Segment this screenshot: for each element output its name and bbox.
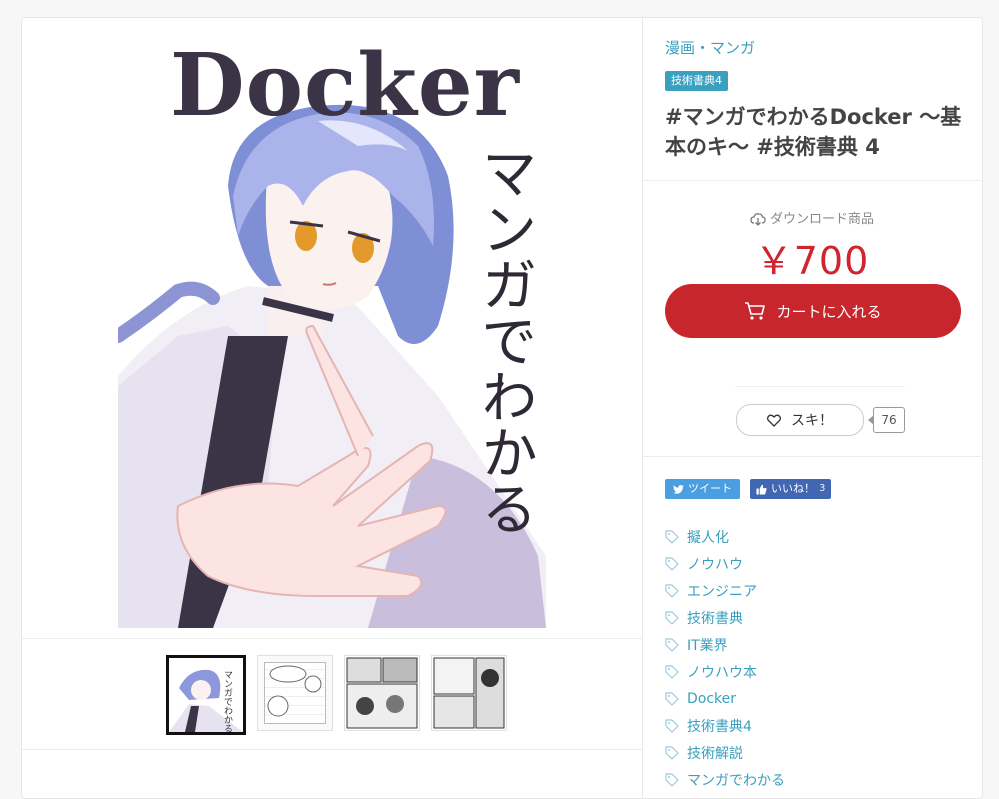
thumbnail-2[interactable] (257, 655, 333, 731)
like-section-divider (643, 456, 981, 457)
share-buttons: ツイート いいね！ 3 (665, 479, 832, 499)
add-to-cart-button[interactable]: カートに入れる (665, 284, 961, 338)
thumbnail-strip: マンガでわかる (166, 655, 507, 735)
tag-icon (665, 637, 679, 652)
tag-label: エンジニア (687, 583, 757, 600)
tag-icon (665, 691, 679, 706)
tag-item[interactable]: エンジニア (665, 577, 785, 604)
tag-label: ノウハウ本 (687, 664, 757, 681)
tag-label: 技術書典4 (687, 718, 752, 735)
tag-icon (665, 745, 679, 760)
download-info: ダウンロード商品 (643, 208, 981, 227)
thumbs-up-icon (756, 484, 767, 495)
event-badge[interactable]: 技術書典4 (665, 71, 728, 91)
cart-icon (745, 302, 766, 320)
tag-label: ノウハウ (687, 556, 743, 573)
thumbnail-1[interactable]: マンガでわかる (166, 655, 246, 735)
tag-label: マンガでわかる (687, 772, 785, 789)
tag-icon (665, 718, 679, 733)
like-count: 76 (868, 407, 905, 433)
gallery-bottom-divider (22, 749, 642, 750)
tag-item[interactable]: 技術書典4 (665, 712, 785, 739)
tag-label: 擬人化 (687, 529, 729, 546)
tag-item[interactable]: ノウハウ本 (665, 658, 785, 685)
tag-icon (665, 529, 679, 544)
twitter-bird-icon (673, 484, 684, 494)
tag-item[interactable]: Docker (665, 685, 785, 712)
product-card: Docker マンガでわかる マンガでわかる 漫画・マンガ 技術書典4 #マンガ… (21, 17, 983, 799)
thumbnail-cover-image: マンガでわかる (169, 658, 243, 732)
download-label: ダウンロード商品 (769, 212, 874, 227)
product-title: #マンガでわかるDocker 〜基本のキ〜 #技術書典 4 (665, 105, 962, 159)
tag-item[interactable]: 技術書典 (665, 604, 785, 631)
tag-icon (665, 664, 679, 679)
product-info-panel: 漫画・マンガ 技術書典4 #マンガでわかるDocker 〜基本のキ〜 #技術書典… (643, 18, 981, 798)
tag-label: Docker (687, 690, 737, 707)
fb-like-label: いいね！ (771, 482, 815, 495)
price: ￥700 (754, 239, 870, 283)
tag-label: 技術解説 (687, 745, 743, 762)
tweet-label: ツイート (688, 482, 732, 495)
tag-label: 技術書典 (687, 610, 743, 627)
title-divider (643, 180, 981, 181)
tag-item[interactable]: 擬人化 (665, 523, 785, 550)
thumbnail-4[interactable] (431, 655, 507, 731)
main-cover-image[interactable]: Docker マンガでわかる (118, 36, 546, 628)
gallery-divider (22, 638, 642, 639)
facebook-like-button[interactable]: いいね！ 3 (750, 479, 832, 499)
tag-label: IT業界 (687, 637, 728, 654)
cover-subtitle: マンガでわかる (472, 144, 537, 536)
tag-list: 擬人化ノウハウエンジニア技術書典 IT業界ノウハウ本 Docker 技術書典4 技術解説… (665, 523, 785, 793)
tag-icon (665, 556, 679, 571)
tag-icon (665, 583, 679, 598)
like-divider (735, 386, 905, 387)
thumbnail-page-image (267, 665, 322, 717)
category-link[interactable]: 漫画・マンガ (665, 37, 755, 58)
cover-title: Docker (170, 36, 520, 136)
tweet-button[interactable]: ツイート (665, 479, 740, 499)
tag-item[interactable]: 技術解説 (665, 739, 785, 766)
like-button[interactable]: スキ！ (736, 404, 864, 436)
thumbnail-page-image (432, 656, 506, 730)
heart-icon (767, 414, 781, 427)
cloud-download-icon (750, 213, 766, 226)
gallery-panel: Docker マンガでわかる マンガでわかる (22, 18, 643, 798)
thumbnail-3[interactable] (344, 655, 420, 731)
fb-like-count: 3 (819, 483, 826, 494)
tag-icon (665, 610, 679, 625)
tag-item[interactable]: マンガでわかる (665, 766, 785, 793)
thumbnail-page-image (345, 656, 419, 730)
like-label: スキ！ (791, 413, 833, 429)
svg-text:マンガでわかる: マンガでわかる (222, 670, 233, 732)
add-to-cart-label: カートに入れる (776, 302, 882, 321)
tag-item[interactable]: ノウハウ (665, 550, 785, 577)
tag-item[interactable]: IT業界 (665, 631, 785, 658)
